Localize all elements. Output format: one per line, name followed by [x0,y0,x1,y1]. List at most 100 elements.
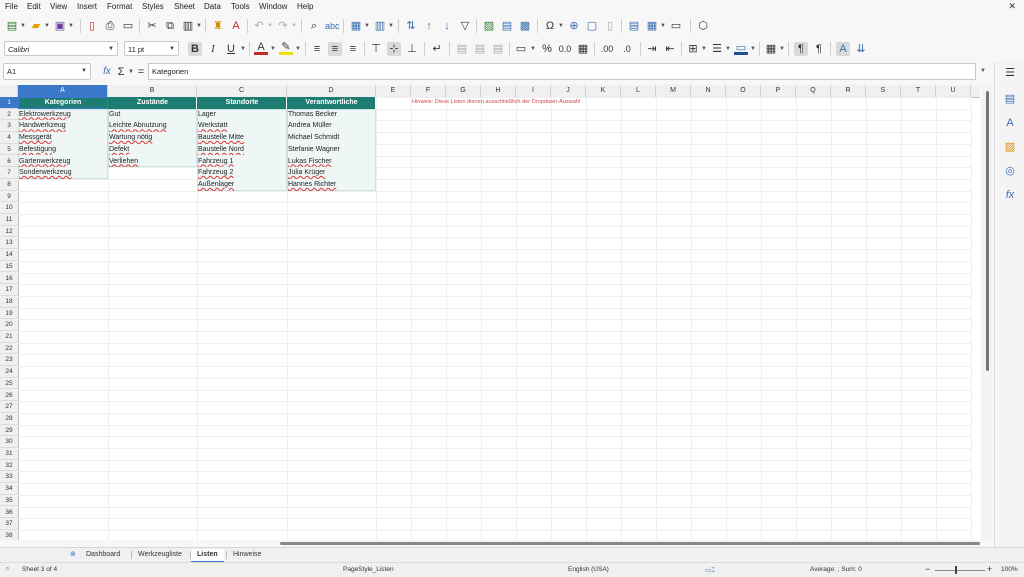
show-draw-functions-icon[interactable]: ⬡ [696,19,710,33]
row-header[interactable]: 5 [0,144,18,156]
formula-input[interactable]: Kategorien [148,63,976,80]
menu-format[interactable]: Format [107,2,132,11]
table-cell[interactable]: Baustelle Mitte [197,132,287,144]
table-cell[interactable]: Messgerät [18,132,108,144]
align-middle-icon[interactable]: ⊹ [387,42,401,56]
find-replace-icon[interactable]: ⌕ [307,19,321,33]
menu-insert[interactable]: Insert [77,2,97,11]
row-header[interactable]: 21 [0,331,18,343]
column-header[interactable]: K [586,85,621,97]
menu-sheet[interactable]: Sheet [174,2,195,11]
row-header[interactable]: 23 [0,354,18,367]
autofilter-icon[interactable]: ▽ [458,19,472,33]
name-box[interactable]: A1 ▼ [3,63,91,80]
percent-format-icon[interactable]: % [540,42,554,56]
table-cell[interactable]: Sonderwerkzeug [18,167,108,179]
font-name-combobox[interactable]: Calibri ▼ [4,41,118,56]
table-cell[interactable]: Werkstatt [197,120,287,132]
row-header[interactable]: 1 [0,97,18,109]
sum-status[interactable]: Average: ; Sum: 0 [810,566,862,573]
highlight-color-icon[interactable]: ✎ [279,41,293,55]
insert-chart-icon[interactable]: ▤ [500,19,514,33]
row-header[interactable]: 34 [0,483,18,495]
column-header[interactable]: L [621,85,656,97]
styles-icon[interactable]: A [1003,116,1017,130]
menu-tools[interactable]: Tools [231,2,250,11]
print-icon[interactable]: ⎙ [103,19,117,33]
chevron-down-icon[interactable]: ▼ [388,23,394,29]
underline-icon[interactable]: U [224,42,238,56]
table-cell[interactable]: Defekt [108,144,197,156]
chevron-down-icon[interactable]: ▼ [558,23,564,29]
chevron-down-icon[interactable]: ▼ [660,23,666,29]
unmerge-cells-icon[interactable]: ▤ [491,42,505,56]
row-header[interactable]: 4 [0,132,18,144]
zoom-slider[interactable] [935,570,985,571]
clear-formatting-icon[interactable]: A [229,19,243,33]
zoom-out-icon[interactable]: − [925,564,930,574]
selection-mode-icon[interactable]: ▭⌶ [705,566,715,575]
new-document-icon[interactable]: ▤ [5,19,19,33]
menu-window[interactable]: Window [259,2,287,11]
column-header[interactable]: C [197,85,287,97]
expand-formula-bar-icon[interactable]: ▼ [980,68,986,74]
row-header[interactable]: 11 [0,214,18,226]
align-left-icon[interactable]: ≡ [310,42,324,56]
print-preview-icon[interactable]: ▭ [121,19,135,33]
chevron-down-icon[interactable]: ▼ [196,23,202,29]
table-cell[interactable]: Handwerkzeug [18,120,108,132]
border-style-icon[interactable]: ☰ [710,42,724,56]
column-icon[interactable]: ▥ [373,19,387,33]
spreadsheet-grid[interactable]: ABCDEFGHIJKLMNOPQRSTU 1 2 3 4 5 6 7 8 9 10 11 12 13 1… [0,85,980,540]
comment-icon[interactable]: ▢ [585,19,599,33]
row-header[interactable]: 14 [0,249,18,261]
column-header[interactable]: P [761,85,796,97]
row-header[interactable]: 28 [0,413,18,425]
row-header[interactable]: 31 [0,448,18,460]
menu-data[interactable]: Data [204,2,221,11]
chevron-down-icon[interactable]: ▼ [364,23,370,29]
column-header[interactable]: U [936,85,971,97]
merge-cells-icon[interactable]: ▤ [473,42,487,56]
vertical-scrollbar[interactable] [982,85,992,540]
insert-image-icon[interactable]: ▨ [482,19,496,33]
font-color-icon[interactable]: A [254,41,268,55]
tab-werkzeugliste[interactable]: Werkzeugliste [132,549,188,561]
properties-icon[interactable]: ▤ [1003,92,1017,106]
column-header[interactable]: R [831,85,866,97]
table-cell[interactable]: Hannes Richter [287,179,376,191]
page-style[interactable]: PageStyle_Listen [343,566,394,573]
freeze-rows-columns-icon[interactable]: ▦ [645,19,659,33]
row-header[interactable]: 20 [0,319,18,331]
header-footer-icon[interactable]: ▯ [603,19,617,33]
navigator-icon[interactable]: ◎ [1003,164,1017,178]
chevron-down-icon[interactable]: ▼ [270,46,276,52]
paste-icon[interactable]: ▥ [181,19,195,33]
chevron-down-icon[interactable]: ▼ [108,42,114,57]
sort-ascending-icon[interactable]: ↑ [422,19,436,33]
language[interactable]: English (USA) [568,566,609,573]
table-cell[interactable]: Thomas Becker [287,109,376,121]
chevron-down-icon[interactable]: ▼ [169,42,175,57]
row-header[interactable]: 19 [0,308,18,320]
pivot-table-icon[interactable]: ▩ [518,19,532,33]
date-format-icon[interactable]: ▦ [576,42,590,56]
sort-icon[interactable]: ⇅ [404,19,418,33]
column-header[interactable]: A [18,85,108,97]
chevron-down-icon[interactable]: ▼ [530,46,536,52]
row-header[interactable]: 6 [0,156,18,168]
row-icon[interactable]: ▦ [349,19,363,33]
define-print-area-icon[interactable]: ▤ [627,19,641,33]
table-cell[interactable]: Befestigung [18,144,108,156]
decrease-indent-icon[interactable]: ⇤ [663,42,677,56]
row-header[interactable]: 10 [0,202,18,214]
text-direction-vertical-icon[interactable]: ⇊ [854,42,868,56]
row-header[interactable]: 36 [0,507,18,519]
table-header-cell[interactable]: Standorte [197,97,287,109]
align-center-icon[interactable]: ≡ [328,42,342,56]
table-cell[interactable]: Stefanie Wagner [287,144,376,156]
table-cell[interactable]: Lukas Fischer [287,156,376,168]
column-header[interactable]: J [551,85,586,97]
table-cell[interactable]: Julia Krüger [287,167,376,179]
column-header[interactable]: N [691,85,726,97]
